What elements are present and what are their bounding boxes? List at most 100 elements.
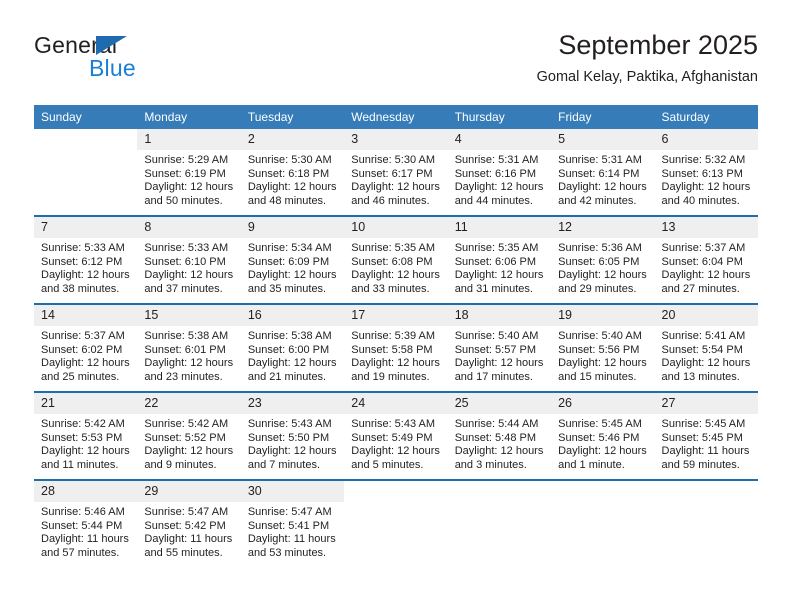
daylight-text-line1: Daylight: 12 hours: [454, 357, 544, 370]
day-number: 26: [551, 393, 655, 414]
day-number: 8: [137, 217, 241, 238]
sunrise-text: Sunrise: 5:37 AM: [41, 330, 125, 342]
sunset-text: Sunset: 6:09 PM: [247, 255, 330, 268]
day-number: 22: [137, 393, 241, 414]
daylight-text-line2: and 44 minutes.: [454, 194, 533, 207]
calendar-day-cell[interactable]: 16 Sunrise: 5:38 AM Sunset: 6:00 PM Dayligh…: [240, 303, 345, 392]
day-number: 19: [551, 305, 655, 326]
day-details: Sunrise: 5:43 AM Sunset: 5:49 PM Daylight:…: [344, 414, 447, 472]
weekday-header-saturday: Saturday: [654, 105, 758, 129]
calendar-day-cell[interactable]: 17 Sunrise: 5:39 AM Sunset: 5:58 PM Dayligh…: [344, 303, 448, 392]
sunset-text: Sunset: 5:44 PM: [41, 519, 123, 532]
calendar-day-cell[interactable]: 8 Sunrise: 5:33 AM Sunset: 6:10 PM Daylight…: [137, 215, 241, 304]
calendar-week-row: 7 Sunrise: 5:33 AM Sunset: 6:12 PM Daylight…: [34, 215, 758, 304]
day-number: 5: [551, 129, 655, 150]
sunrise-text: Sunrise: 5:43 AM: [247, 418, 332, 430]
daylight-text-line2: and 35 minutes.: [247, 282, 327, 295]
calendar-day-cell[interactable]: 2 Sunrise: 5:30 AM Sunset: 6:18 PM Daylight…: [240, 129, 345, 216]
day-details: Sunrise: 5:44 AM Sunset: 5:48 PM Daylight:…: [448, 414, 551, 472]
sunset-text: Sunset: 5:48 PM: [454, 431, 537, 444]
sunrise-text: Sunrise: 5:41 AM: [661, 330, 746, 342]
calendar-day-cell[interactable]: 20 Sunrise: 5:41 AM Sunset: 5:54 PM Dayligh…: [654, 303, 758, 392]
calendar-day-cell[interactable]: 15 Sunrise: 5:38 AM Sunset: 6:01 PM Dayligh…: [137, 303, 241, 392]
sunset-text: Sunset: 5:41 PM: [247, 519, 330, 532]
page-subtitle: Gomal Kelay, Paktika, Afghanistan: [536, 69, 758, 85]
calendar-day-cell[interactable]: 11 Sunrise: 5:35 AM Sunset: 6:06 PM Dayligh…: [447, 215, 552, 304]
day-number: 12: [551, 217, 655, 238]
calendar-day-cell[interactable]: 1 Sunrise: 5:29 AM Sunset: 6:19 PM Daylight…: [137, 129, 241, 216]
daylight-text-line2: and 42 minutes.: [558, 194, 637, 207]
daylight-text-line1: Daylight: 12 hours: [558, 445, 647, 458]
calendar-day-cell[interactable]: 29 Sunrise: 5:47 AM Sunset: 5:42 PM Dayligh…: [137, 479, 241, 567]
daylight-text-line1: Daylight: 12 hours: [247, 357, 337, 370]
daylight-text-line2: and 17 minutes.: [454, 370, 533, 383]
daylight-text-line1: Daylight: 12 hours: [144, 357, 234, 370]
weekday-header-wednesday: Wednesday: [344, 105, 448, 129]
day-number: 29: [137, 481, 241, 502]
sunset-text: Sunset: 6:05 PM: [558, 255, 640, 268]
calendar-day-cell[interactable]: 12 Sunrise: 5:36 AM Sunset: 6:05 PM Dayligh…: [551, 215, 655, 304]
sunrise-text: Sunrise: 5:44 AM: [454, 418, 539, 430]
sunset-text: Sunset: 5:49 PM: [351, 431, 433, 444]
sunset-text: Sunset: 6:16 PM: [454, 167, 537, 180]
calendar-day-cell[interactable]: 26 Sunrise: 5:45 AM Sunset: 5:46 PM Dayligh…: [551, 391, 655, 480]
calendar-day-cell[interactable]: 27 Sunrise: 5:45 AM Sunset: 5:45 PM Dayligh…: [654, 391, 758, 480]
day-details: Sunrise: 5:29 AM Sunset: 6:19 PM Daylight:…: [137, 150, 240, 208]
calendar-day-cell[interactable]: 23 Sunrise: 5:43 AM Sunset: 5:50 PM Dayligh…: [240, 391, 345, 480]
calendar-day-cell[interactable]: 28 Sunrise: 5:46 AM Sunset: 5:44 PM Dayligh…: [34, 479, 138, 567]
sunrise-text: Sunrise: 5:30 AM: [247, 154, 332, 166]
day-number: 9: [240, 217, 345, 238]
sunrise-text: Sunrise: 5:47 AM: [144, 506, 229, 518]
calendar-day-cell[interactable]: 7 Sunrise: 5:33 AM Sunset: 6:12 PM Daylight…: [34, 215, 138, 304]
day-number: 15: [137, 305, 241, 326]
calendar-day-cell[interactable]: 5 Sunrise: 5:31 AM Sunset: 6:14 PM Daylight…: [551, 129, 655, 216]
page-header: General Blue September 2025 Gomal Kelay,…: [34, 28, 758, 94]
daylight-text-line2: and 1 minute.: [558, 458, 625, 471]
brand-logo[interactable]: General Blue: [34, 32, 234, 90]
calendar-week-row: 21 Sunrise: 5:42 AM Sunset: 5:53 PM Dayligh…: [34, 391, 758, 480]
daylight-text-line2: and 55 minutes.: [144, 546, 223, 559]
sunset-text: Sunset: 5:45 PM: [661, 431, 743, 444]
day-number: 16: [240, 305, 345, 326]
calendar-day-cell[interactable]: 22 Sunrise: 5:42 AM Sunset: 5:52 PM Dayligh…: [137, 391, 241, 480]
sunrise-text: Sunrise: 5:43 AM: [351, 418, 436, 430]
daylight-text-line2: and 53 minutes.: [247, 546, 327, 559]
calendar-day-cell[interactable]: 3 Sunrise: 5:30 AM Sunset: 6:17 PM Daylight…: [344, 129, 448, 216]
daylight-text-line2: and 11 minutes.: [41, 458, 119, 471]
calendar-day-cell[interactable]: 9 Sunrise: 5:34 AM Sunset: 6:09 PM Daylight…: [240, 215, 345, 304]
day-number: 23: [240, 393, 345, 414]
calendar-day-cell[interactable]: 13 Sunrise: 5:37 AM Sunset: 6:04 PM Dayligh…: [654, 215, 758, 304]
daylight-text-line1: Daylight: 12 hours: [661, 357, 751, 370]
daylight-text-line1: Daylight: 12 hours: [144, 269, 234, 282]
sunrise-text: Sunrise: 5:40 AM: [558, 330, 642, 342]
calendar-week-row: 14 Sunrise: 5:37 AM Sunset: 6:02 PM Dayligh…: [34, 303, 758, 392]
sunrise-text: Sunrise: 5:31 AM: [454, 154, 539, 166]
calendar-day-cell[interactable]: 24 Sunrise: 5:43 AM Sunset: 5:49 PM Dayligh…: [344, 391, 448, 480]
sunrise-text: Sunrise: 5:33 AM: [144, 242, 229, 254]
calendar-day-cell[interactable]: 10 Sunrise: 5:35 AM Sunset: 6:08 PM Dayligh…: [344, 215, 448, 304]
calendar-day-cell[interactable]: 19 Sunrise: 5:40 AM Sunset: 5:56 PM Dayligh…: [551, 303, 655, 392]
sunset-text: Sunset: 6:19 PM: [144, 167, 226, 180]
calendar-day-cell[interactable]: 25 Sunrise: 5:44 AM Sunset: 5:48 PM Dayligh…: [447, 391, 552, 480]
calendar-day-cell[interactable]: 14 Sunrise: 5:37 AM Sunset: 6:02 PM Dayligh…: [34, 303, 138, 392]
sunset-text: Sunset: 5:46 PM: [558, 431, 640, 444]
sunrise-text: Sunrise: 5:39 AM: [351, 330, 436, 342]
sunrise-text: Sunrise: 5:37 AM: [661, 242, 746, 254]
calendar-day-cell[interactable]: 30 Sunrise: 5:47 AM Sunset: 5:41 PM Dayligh…: [240, 479, 345, 567]
weekday-header-sunday: Sunday: [34, 105, 138, 129]
sunrise-text: Sunrise: 5:42 AM: [41, 418, 125, 430]
calendar-day-cell[interactable]: 21 Sunrise: 5:42 AM Sunset: 5:53 PM Dayligh…: [34, 391, 138, 480]
daylight-text-line1: Daylight: 11 hours: [247, 533, 336, 546]
calendar-day-cell-empty: [447, 479, 552, 567]
daylight-text-line2: and 15 minutes.: [558, 370, 637, 383]
calendar-day-cell[interactable]: 4 Sunrise: 5:31 AM Sunset: 6:16 PM Daylight…: [447, 129, 552, 216]
weekday-header-thursday: Thursday: [447, 105, 552, 129]
daylight-text-line1: Daylight: 12 hours: [247, 181, 337, 194]
weekday-header-monday: Monday: [137, 105, 241, 129]
daylight-text-line2: and 13 minutes.: [661, 370, 740, 383]
calendar-day-cell[interactable]: 18 Sunrise: 5:40 AM Sunset: 5:57 PM Dayligh…: [447, 303, 552, 392]
day-number: 2: [240, 129, 345, 150]
calendar-day-cell[interactable]: 6 Sunrise: 5:32 AM Sunset: 6:13 PM Daylight…: [654, 129, 758, 216]
day-number: 17: [344, 305, 448, 326]
calendar-week-row: 28 Sunrise: 5:46 AM Sunset: 5:44 PM Dayligh…: [34, 479, 758, 567]
